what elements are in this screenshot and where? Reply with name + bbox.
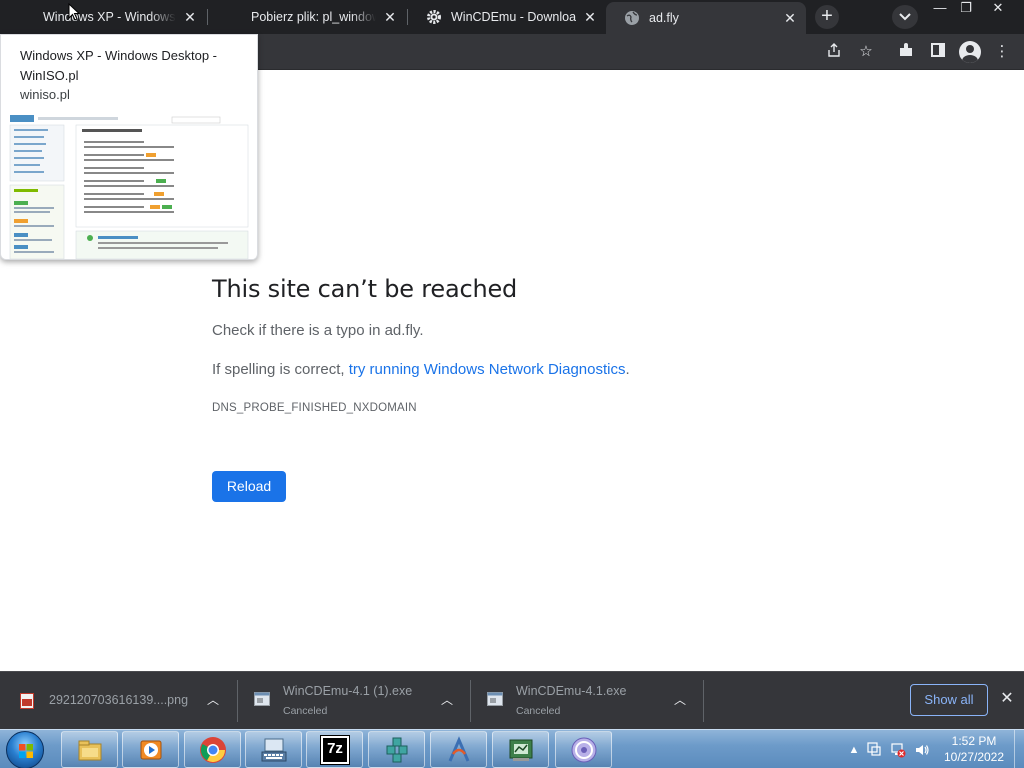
close-tab-icon[interactable]: ✕ xyxy=(382,9,398,25)
taskbar-antenna-app[interactable] xyxy=(430,731,487,768)
cd-emulator-icon xyxy=(571,737,597,763)
taskbar-cd-emulator[interactable] xyxy=(555,731,612,768)
exe-file-icon xyxy=(487,692,503,706)
menu-kebab-icon[interactable]: ⋮ xyxy=(992,42,1012,62)
tab-pobierz[interactable]: Pobierz plik: pl_windows_xp ✕ xyxy=(208,0,406,34)
7zip-icon: 7z xyxy=(320,735,350,765)
taskbar-chrome[interactable] xyxy=(184,731,241,768)
close-tab-icon[interactable]: ✕ xyxy=(582,9,598,25)
download-filename: WinCDEmu-4.1 (1).exe xyxy=(283,684,413,698)
media-player-icon xyxy=(140,740,162,760)
action-center-icon[interactable] xyxy=(866,742,882,758)
image-file-icon xyxy=(20,693,34,709)
cubes-app-icon xyxy=(386,737,408,763)
chevron-down-icon xyxy=(899,13,911,21)
error-diagnostics-hint: If spelling is correct, try running Wind… xyxy=(212,361,630,378)
reload-button[interactable]: Reload xyxy=(212,471,286,502)
volume-icon[interactable] xyxy=(914,742,930,758)
tab-winiso[interactable]: Windows XP - Windows Desktop - WinISO.pl… xyxy=(0,0,206,34)
tab-title: Pobierz plik: pl_windows_xp xyxy=(251,10,376,24)
diagnostics-prefix: If spelling is correct, xyxy=(212,361,349,378)
taskbar-7zip[interactable]: 7z xyxy=(306,731,363,768)
chip-app-icon xyxy=(509,739,533,761)
hover-card-title: Windows XP - Windows Desktop - WinISO.pl xyxy=(20,48,217,83)
chrome-icon xyxy=(200,737,226,763)
download-item[interactable]: WinCDEmu-4.1 (1).exe Canceled ︿ xyxy=(238,672,470,730)
taskbar-keyboard-app[interactable] xyxy=(245,731,302,768)
windows-taskbar: 7z ▲ 1:52 PM 10/27/2022 xyxy=(0,729,1024,768)
file-explorer-icon xyxy=(78,740,102,761)
start-button[interactable] xyxy=(6,731,44,768)
download-separator xyxy=(703,680,704,722)
download-status: Canceled xyxy=(516,705,561,717)
keyboard-app-icon xyxy=(261,738,287,762)
clock-date: 10/27/2022 xyxy=(943,750,1005,764)
side-panel-icon[interactable] xyxy=(928,42,948,62)
network-diagnostics-link[interactable]: try running Windows Network Diagnostics xyxy=(349,361,626,378)
taskbar-explorer[interactable] xyxy=(61,731,118,768)
system-clock[interactable]: 1:52 PM 10/27/2022 xyxy=(938,733,1010,765)
download-item[interactable]: WinCDEmu-4.1.exe Canceled ︿ xyxy=(471,672,703,730)
hover-card-domain: winiso.pl xyxy=(20,87,70,102)
windows-flag-icon xyxy=(19,744,33,758)
show-all-downloads-button[interactable]: Show all xyxy=(910,684,988,716)
download-filename: 292120703616139....png xyxy=(49,693,189,707)
show-desktop-button[interactable] xyxy=(1014,730,1024,768)
taskbar-chip-app[interactable] xyxy=(492,731,549,768)
download-item[interactable]: 292120703616139....png ︿ xyxy=(0,672,236,730)
close-window-button[interactable]: ✕ xyxy=(984,0,1012,18)
windows-logo-icon xyxy=(18,9,34,25)
chevron-up-icon[interactable]: ︿ xyxy=(206,693,220,707)
tab-hover-card: Windows XP - Windows Desktop - WinISO.pl… xyxy=(0,34,258,260)
download-filename: WinCDEmu-4.1.exe xyxy=(516,684,627,698)
restore-button[interactable]: ❐ xyxy=(952,0,980,18)
tab-strip: Windows XP - Windows Desktop - WinISO.pl… xyxy=(0,0,1024,34)
tab-title: ad.fly xyxy=(649,11,679,25)
tab-search-button[interactable] xyxy=(892,5,918,29)
profile-avatar-icon[interactable] xyxy=(959,41,981,63)
page-preview-thumbnail xyxy=(4,113,256,259)
network-disconnected-icon[interactable] xyxy=(890,742,906,758)
tab-title: WinCDEmu - Download xyxy=(451,10,576,24)
close-shelf-icon[interactable]: ✕ xyxy=(998,690,1016,708)
error-code: DNS_PROBE_FINISHED_NXDOMAIN xyxy=(212,402,417,414)
extensions-icon[interactable] xyxy=(896,42,916,62)
antenna-app-icon xyxy=(448,736,470,762)
chevron-up-icon[interactable]: ︿ xyxy=(440,693,454,707)
globe-icon xyxy=(624,10,640,26)
exe-file-icon xyxy=(254,692,270,706)
minimize-button[interactable]: — xyxy=(926,0,954,18)
tab-title: Windows XP - Windows Desktop - WinISO.pl xyxy=(43,10,176,24)
windows-logo-icon xyxy=(226,9,242,25)
error-typo-hint: Check if there is a typo in ad.fly. xyxy=(212,322,424,339)
error-heading: This site can’t be reached xyxy=(212,275,518,303)
tab-adfly[interactable]: ad.fly ✕ xyxy=(606,2,806,34)
share-icon[interactable] xyxy=(824,42,844,62)
diagnostics-suffix: . xyxy=(625,361,630,378)
close-tab-icon[interactable]: ✕ xyxy=(782,10,798,26)
gear-icon xyxy=(426,9,442,25)
bookmark-star-icon[interactable]: ☆ xyxy=(856,42,876,62)
show-hidden-icons-icon[interactable]: ▲ xyxy=(846,742,862,758)
taskbar-media-player[interactable] xyxy=(122,731,179,768)
close-tab-icon[interactable]: ✕ xyxy=(182,9,198,25)
download-shelf: 292120703616139....png ︿ WinCDEmu-4.1 (1… xyxy=(0,671,1024,729)
taskbar-cubes-app[interactable] xyxy=(368,731,425,768)
mouse-cursor-icon xyxy=(68,3,80,21)
tab-wincdemu[interactable]: WinCDEmu - Download ✕ xyxy=(408,0,606,34)
chevron-up-icon[interactable]: ︿ xyxy=(673,693,687,707)
download-status: Canceled xyxy=(283,705,328,717)
clock-time: 1:52 PM xyxy=(951,734,997,748)
new-tab-button[interactable]: + xyxy=(815,5,839,29)
